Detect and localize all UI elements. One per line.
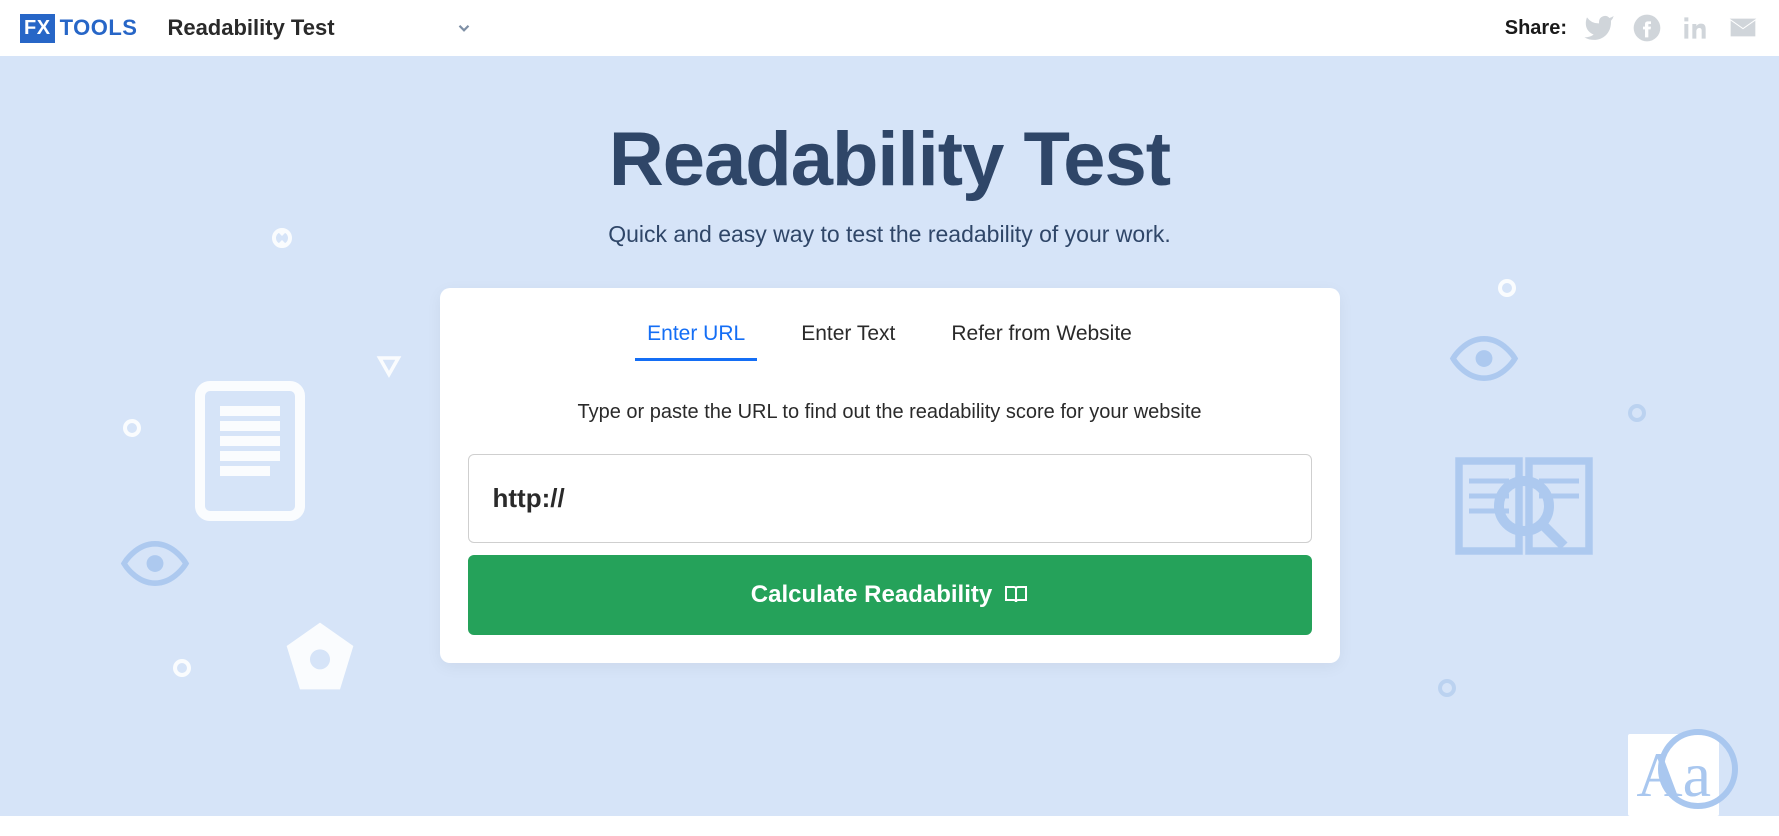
- page-selector-dropdown[interactable]: Readability Test: [167, 15, 472, 41]
- page-title: Readability Test: [440, 116, 1340, 203]
- diamond-icon: [1435, 676, 1459, 700]
- diamond-icon: [270, 226, 294, 250]
- aa-typography-icon: Aa: [1628, 734, 1719, 816]
- main-content: Readability Test Quick and easy way to t…: [440, 116, 1340, 663]
- twitter-icon[interactable]: [1583, 12, 1615, 44]
- chevron-down-icon: [455, 19, 473, 37]
- header-left: FX TOOLS Readability Test: [20, 14, 473, 43]
- calculate-button-label: Calculate Readability: [751, 581, 992, 609]
- book-icon: [1004, 583, 1028, 607]
- eye-icon: [1449, 336, 1519, 381]
- email-icon[interactable]: [1727, 12, 1759, 44]
- tab-enter-text[interactable]: Enter Text: [789, 308, 907, 361]
- tab-refer-website[interactable]: Refer from Website: [939, 308, 1144, 361]
- page-selector-label: Readability Test: [167, 15, 334, 41]
- pentagon-icon: [280, 616, 360, 696]
- diamond-icon: [170, 656, 194, 680]
- linkedin-icon[interactable]: [1679, 12, 1711, 44]
- tabs-nav: Enter URL Enter Text Refer from Website: [468, 308, 1312, 361]
- page-subtitle: Quick and easy way to test the readabili…: [440, 221, 1340, 248]
- form-card: Enter URL Enter Text Refer from Website …: [440, 288, 1340, 663]
- header-right: Share:: [1505, 12, 1759, 44]
- triangle-icon: [375, 351, 403, 379]
- diamond-icon: [1625, 401, 1649, 425]
- logo-tools-text: TOOLS: [60, 15, 138, 41]
- tablet-icon: [190, 376, 310, 526]
- diamond-icon: [120, 416, 144, 440]
- calculate-button[interactable]: Calculate Readability: [468, 555, 1312, 635]
- tab-enter-url[interactable]: Enter URL: [635, 308, 757, 361]
- book-magnify-icon: [1449, 446, 1599, 576]
- url-input[interactable]: [468, 454, 1312, 543]
- facebook-icon[interactable]: [1631, 12, 1663, 44]
- eye-icon: [120, 541, 190, 586]
- header: FX TOOLS Readability Test Share:: [0, 0, 1779, 56]
- hero-section: Aa Readability Test Quick and easy way t…: [0, 56, 1779, 816]
- instruction-text: Type or paste the URL to find out the re…: [468, 401, 1312, 424]
- diamond-icon: [1495, 276, 1519, 300]
- logo-fx-badge: FX: [20, 14, 55, 43]
- logo[interactable]: FX TOOLS: [20, 14, 137, 43]
- share-label: Share:: [1505, 17, 1567, 40]
